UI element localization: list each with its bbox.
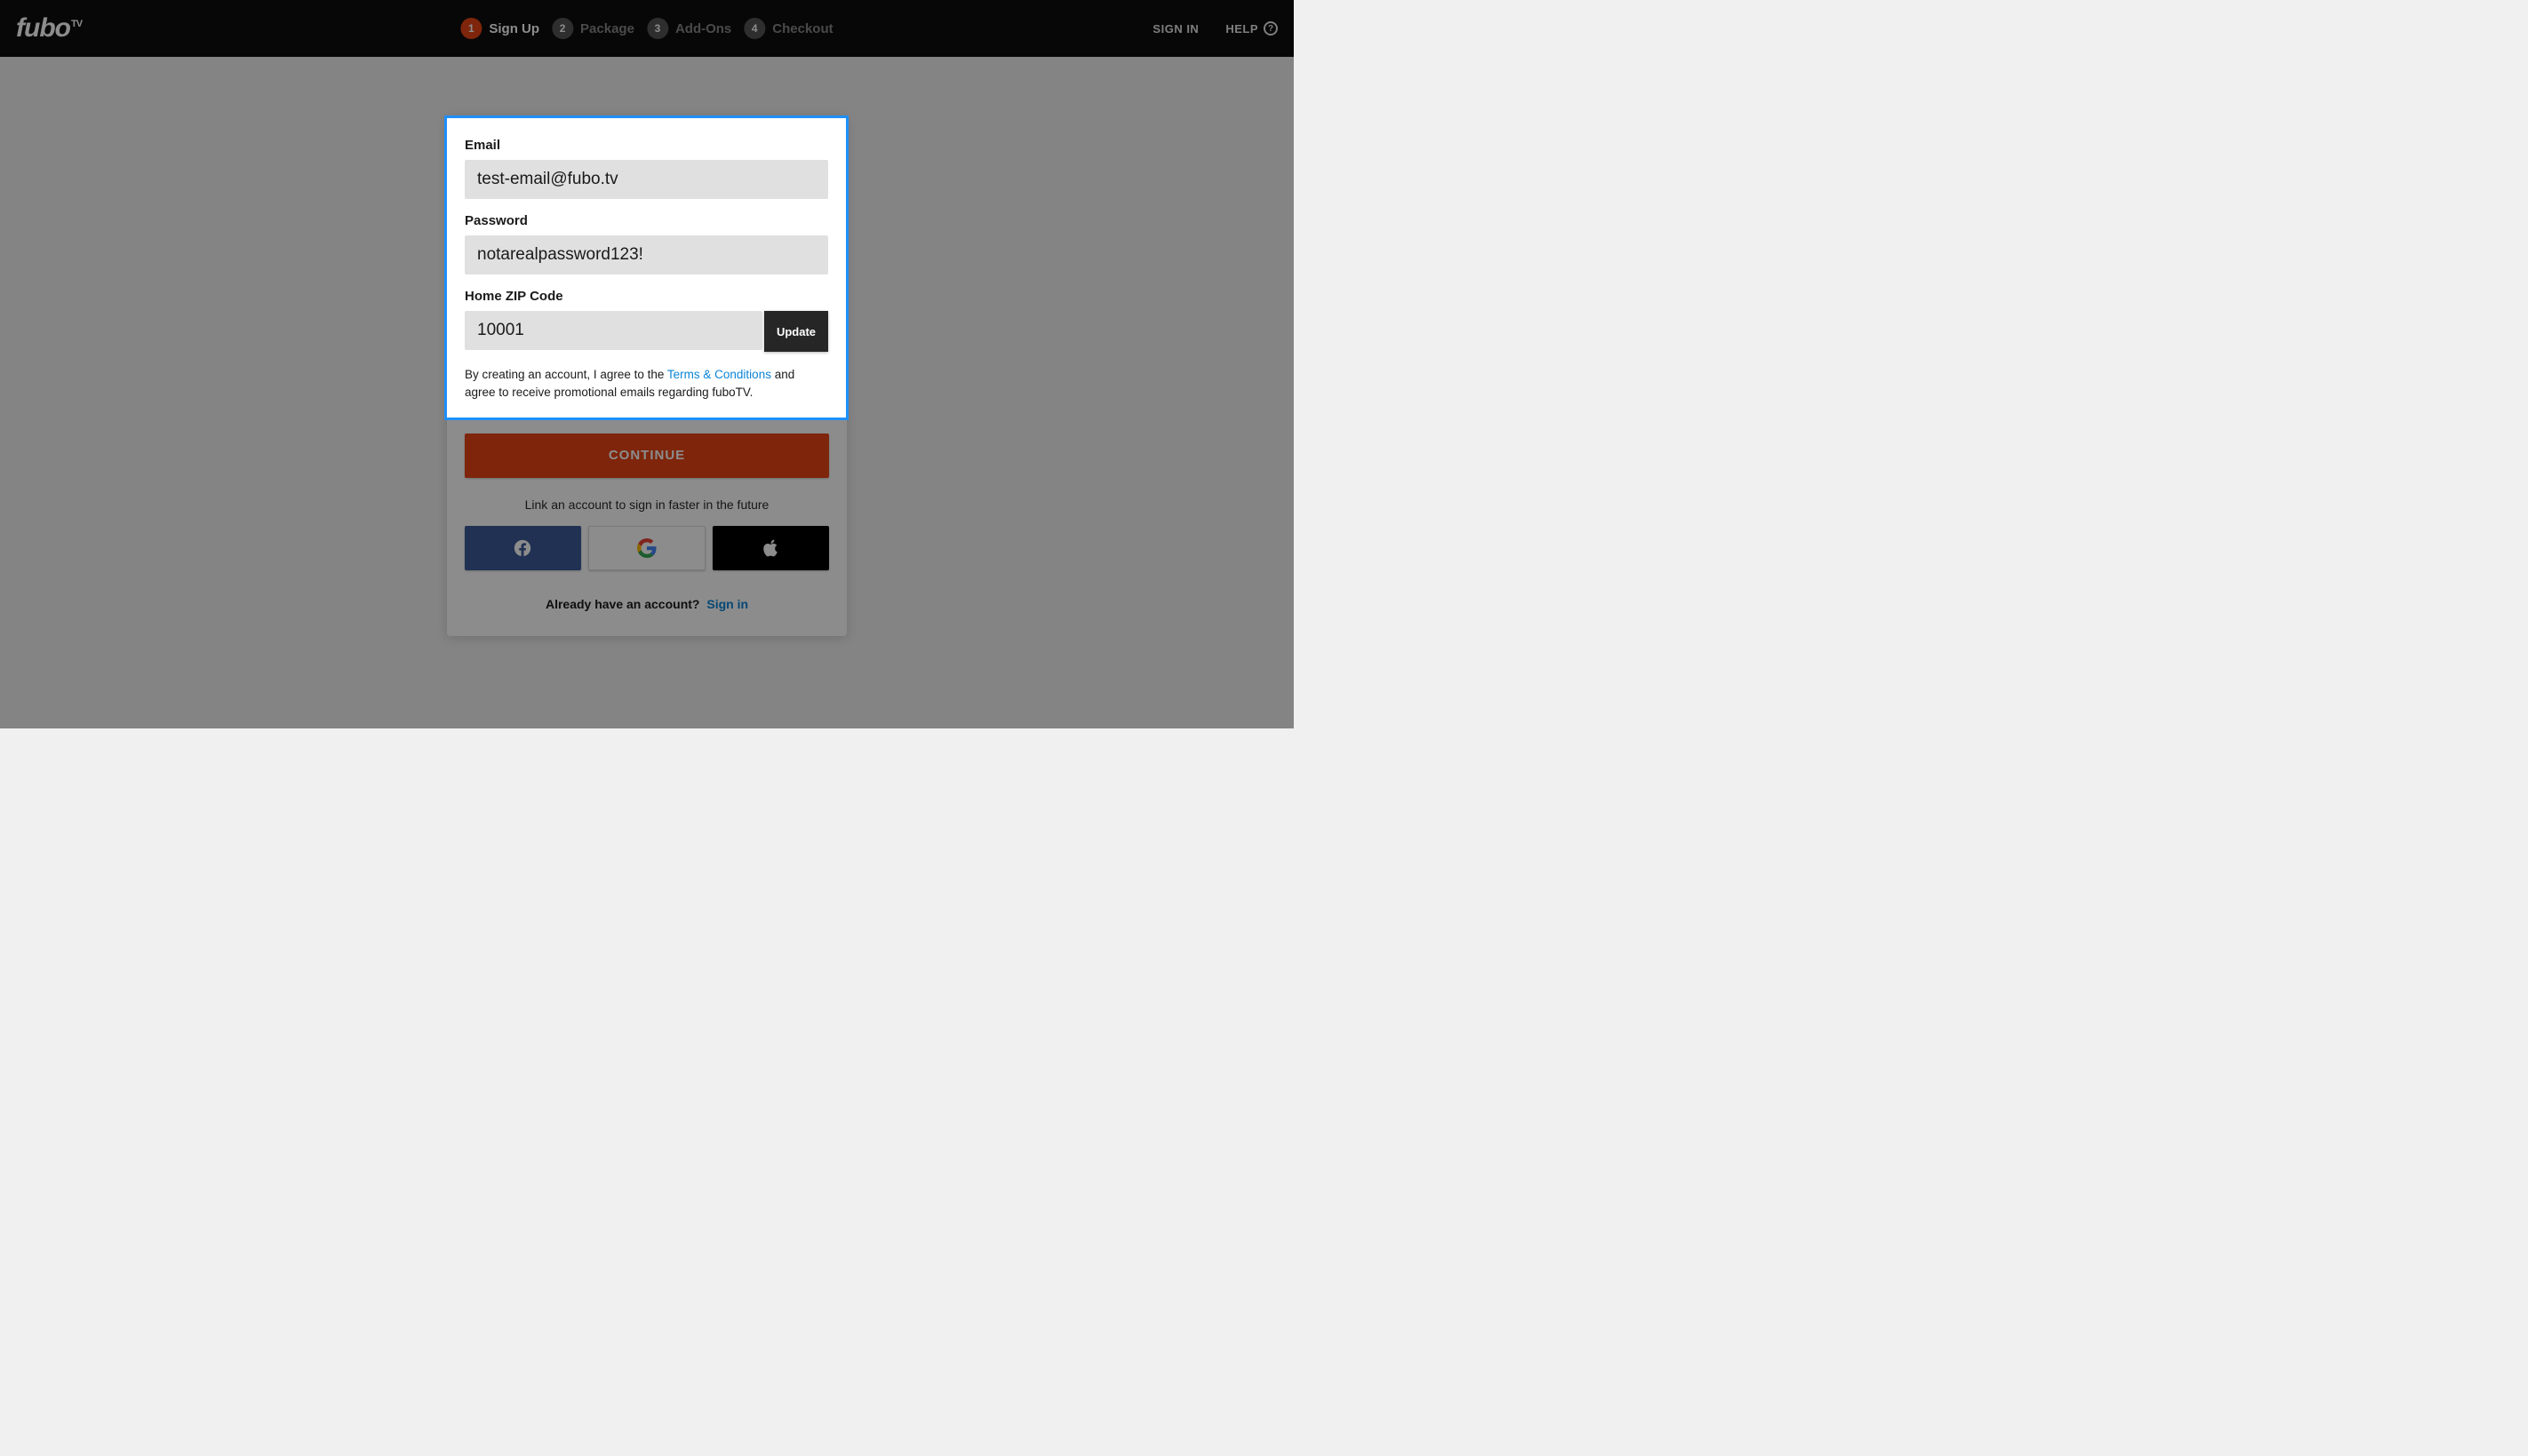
google-icon [637,538,657,558]
already-have-account: Already have an account? Sign in [465,597,829,611]
header: fuboTV 1 Sign Up 2 Package 3 Add-Ons 4 C… [0,0,1294,57]
social-row [465,526,829,570]
help-label: HELP [1225,22,1258,36]
zip-label-hl: Home ZIP Code [465,289,828,304]
help-icon: ? [1264,21,1278,36]
highlight-content: Email Password Home ZIP Code Update By c… [447,118,846,418]
step-badge-4: 4 [744,18,765,39]
step-badge-2: 2 [552,18,573,39]
password-group-hl: Password [465,213,828,274]
legal-pre-hl: By creating an account, I agree to the [465,368,667,381]
zip-input-hl[interactable] [465,311,762,350]
fubo-logo[interactable]: fuboTV [16,13,82,44]
logo-text: fubo [16,13,70,43]
zip-row-hl: Update [465,311,828,352]
facebook-button[interactable] [465,526,581,570]
step-package: 2 Package [552,18,634,39]
apple-button[interactable] [713,526,829,570]
terms-link-hl[interactable]: Terms & Conditions [667,368,771,381]
step-label-2: Package [580,21,634,36]
email-label-hl: Email [465,138,828,153]
link-account-text: Link an account to sign in faster in the… [465,497,829,512]
email-input-hl[interactable] [465,160,828,199]
password-input-hl[interactable] [465,235,828,274]
help-link[interactable]: HELP ? [1225,21,1278,36]
already-text: Already have an account? [546,597,700,611]
step-badge-1: 1 [460,18,482,39]
progress-steps: 1 Sign Up 2 Package 3 Add-Ons 4 Checkout [460,18,833,39]
apple-icon [762,538,780,558]
step-signup: 1 Sign Up [460,18,539,39]
step-label-4: Checkout [772,21,833,36]
step-addons: 3 Add-Ons [647,18,731,39]
email-group-hl: Email [465,138,828,199]
password-label-hl: Password [465,213,828,228]
google-button[interactable] [588,526,706,570]
step-label-1: Sign Up [489,21,539,36]
continue-button[interactable]: CONTINUE [465,434,829,478]
header-right: SIGN IN HELP ? [1152,21,1278,36]
logo-suffix: TV [71,19,82,29]
zip-group-hl: Home ZIP Code Update [465,289,828,352]
update-button-hl[interactable]: Update [764,311,828,352]
facebook-icon [513,538,532,558]
sign-in-link[interactable]: SIGN IN [1152,22,1199,36]
step-label-3: Add-Ons [675,21,731,36]
step-checkout: 4 Checkout [744,18,833,39]
step-badge-3: 3 [647,18,668,39]
sign-in-link-bottom[interactable]: Sign in [706,597,748,611]
legal-text-hl: By creating an account, I agree to the T… [465,366,828,402]
